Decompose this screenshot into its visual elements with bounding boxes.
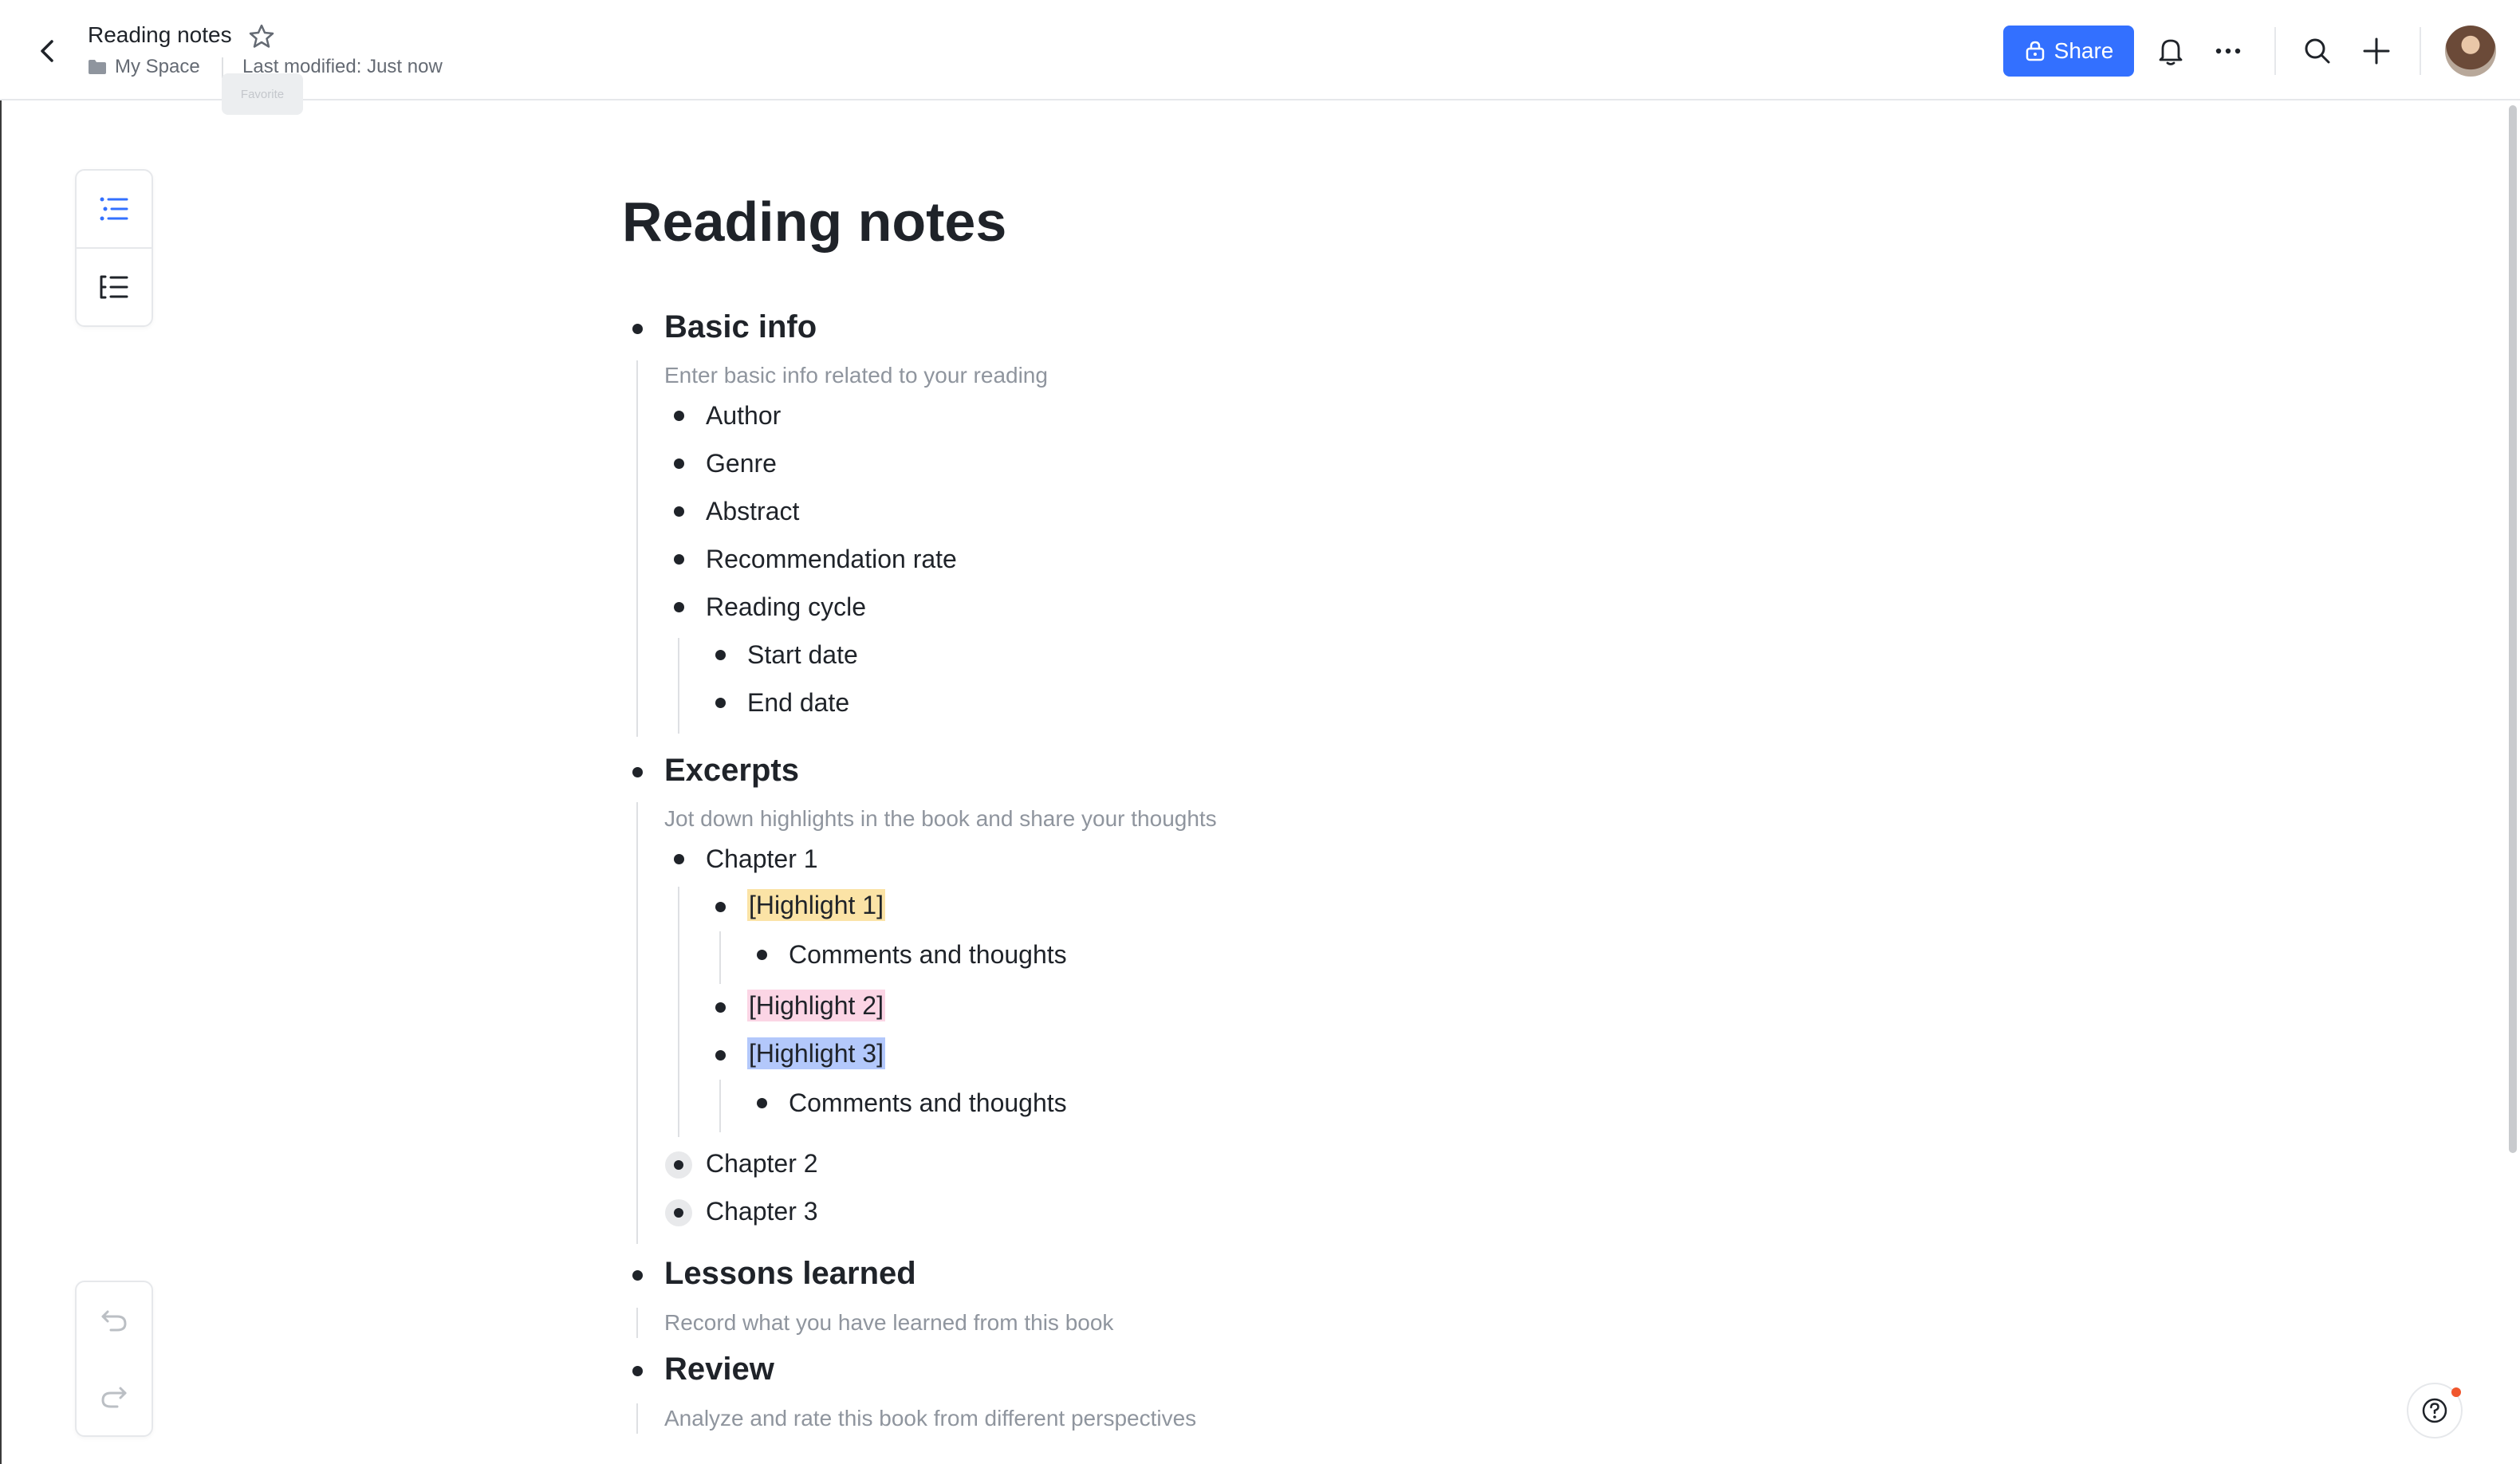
document-title[interactable]: Reading notes (622, 190, 1006, 254)
highlight-1[interactable]: [Highlight 1] (747, 889, 885, 921)
section-hint[interactable]: Jot down highlights in the book and shar… (664, 806, 1217, 832)
indent-guide (678, 887, 679, 1137)
bullet[interactable] (715, 650, 726, 660)
bullet[interactable] (674, 411, 684, 421)
lock-icon (2026, 41, 2044, 61)
bullet[interactable] (674, 602, 684, 612)
divider (2420, 27, 2421, 75)
indent-guide (678, 638, 679, 734)
list-item[interactable]: Start date (747, 640, 858, 670)
bullet[interactable] (674, 458, 684, 469)
bullet[interactable] (632, 1366, 643, 1376)
favorite-tooltip: Favorite (222, 73, 303, 115)
share-label: Share (2053, 38, 2114, 63)
star-icon[interactable] (247, 22, 276, 51)
doc-title[interactable]: Reading notes (88, 22, 232, 48)
top-bar: Reading notes My Space Last modified: Ju… (0, 0, 2520, 115)
list-item[interactable]: Chapter 1 (706, 844, 818, 874)
collapsed-bullet[interactable] (665, 1151, 692, 1179)
highlight-2[interactable]: [Highlight 2] (747, 990, 885, 1021)
divider (2274, 27, 2276, 75)
indent-guide (636, 1308, 638, 1338)
section-heading-basic-info[interactable]: Basic info (664, 309, 817, 345)
indent-guide (636, 802, 638, 1244)
list-item[interactable]: Genre (706, 449, 777, 478)
collapsed-bullet[interactable] (665, 1199, 692, 1226)
section-hint[interactable]: Analyze and rate this book from differen… (664, 1406, 1196, 1431)
list-item[interactable]: Comments and thoughts (789, 940, 1067, 970)
highlight-3[interactable]: [Highlight 3] (747, 1037, 885, 1069)
list-item[interactable]: Comments and thoughts (789, 1088, 1067, 1118)
list-item[interactable]: Author (706, 401, 781, 431)
bullet[interactable] (715, 698, 726, 708)
bullet[interactable] (632, 324, 643, 334)
collapse-outline-icon[interactable] (77, 247, 152, 325)
bell-icon[interactable] (2153, 33, 2188, 69)
search-icon[interactable] (2300, 33, 2335, 69)
scrollbar-thumb[interactable] (2509, 105, 2517, 1153)
plus-icon[interactable] (2359, 33, 2394, 69)
list-item[interactable]: Reading cycle (706, 592, 866, 622)
bullet[interactable] (674, 854, 684, 864)
indent-guide (719, 1080, 721, 1132)
section-hint[interactable]: Enter basic info related to your reading (664, 363, 1048, 388)
more-icon[interactable] (2211, 33, 2246, 69)
breadcrumb[interactable]: My Space (88, 56, 200, 78)
history-panel (75, 1281, 153, 1437)
outline-panel (75, 169, 153, 327)
undo-icon[interactable] (77, 1282, 152, 1359)
window-edge (0, 100, 2, 1464)
bullet[interactable] (715, 1050, 726, 1061)
section-heading-excerpts[interactable]: Excerpts (664, 753, 799, 789)
indent-guide (636, 360, 638, 737)
breadcrumb-label: My Space (115, 56, 200, 77)
list-item[interactable]: Abstract (706, 497, 799, 526)
bullet[interactable] (715, 902, 726, 912)
bullet[interactable] (757, 1098, 767, 1108)
indent-guide (636, 1403, 638, 1434)
bullet[interactable] (757, 950, 767, 960)
bullet[interactable] (674, 554, 684, 565)
section-hint[interactable]: Record what you have learned from this b… (664, 1310, 1113, 1336)
back-arrow-icon[interactable] (32, 35, 64, 67)
bullet[interactable] (632, 1270, 643, 1281)
folder-icon (89, 60, 106, 74)
outline-icon[interactable] (77, 171, 152, 247)
bullet[interactable] (674, 506, 684, 517)
redo-icon[interactable] (77, 1359, 152, 1435)
list-item[interactable]: End date (747, 688, 849, 718)
avatar[interactable] (2445, 26, 2496, 77)
list-item[interactable]: Chapter 2 (706, 1149, 818, 1179)
bullet[interactable] (715, 1002, 726, 1013)
share-button[interactable]: Share (2003, 26, 2134, 77)
notification-dot (2451, 1387, 2461, 1397)
bullet[interactable] (632, 767, 643, 777)
section-heading-review[interactable]: Review (664, 1352, 774, 1387)
section-heading-lessons[interactable]: Lessons learned (664, 1256, 916, 1292)
list-item[interactable]: Chapter 3 (706, 1197, 818, 1226)
list-item[interactable]: Recommendation rate (706, 545, 957, 574)
indent-guide (719, 931, 721, 984)
